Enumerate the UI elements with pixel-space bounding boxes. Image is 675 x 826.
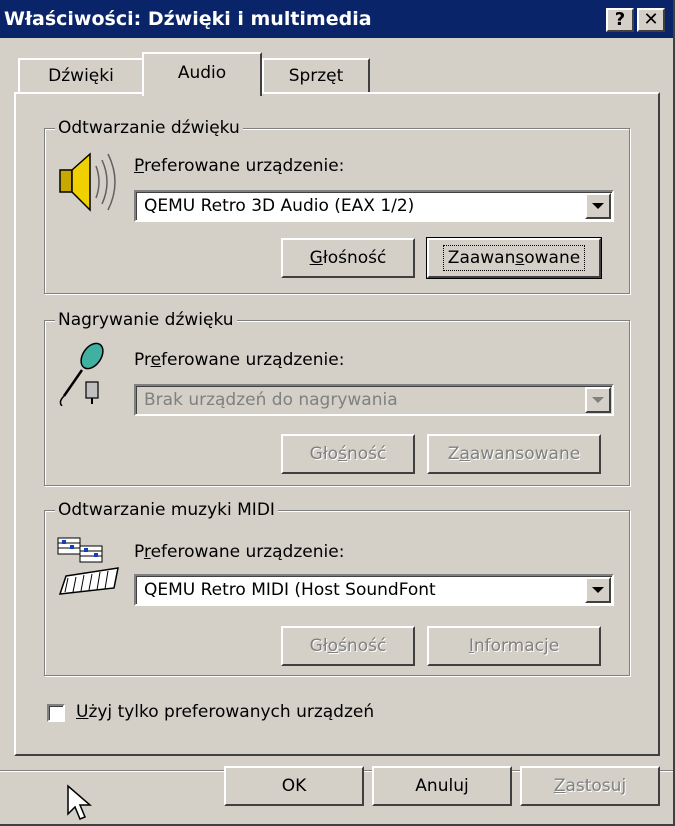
playback-group-label: Odtwarzanie dźwięku <box>55 117 243 139</box>
recording-device-value: Brak urządzeń do nagrywania <box>144 390 398 410</box>
cancel-button[interactable]: Anuluj <box>372 766 512 806</box>
tab-sounds[interactable]: Dźwięki <box>18 58 144 92</box>
cancel-label: Anuluj <box>415 776 469 796</box>
close-icon: ✕ <box>643 9 659 30</box>
cursor-icon <box>67 784 92 820</box>
midi-device-value: QEMU Retro MIDI (Host SoundFont <box>144 580 436 600</box>
tab-audio[interactable]: Audio <box>142 52 262 96</box>
properties-dialog: Właściwości: Dźwięki i multimedia ? ✕ Dź… <box>0 0 675 826</box>
recording-volume-button[interactable]: Głośność <box>281 434 415 474</box>
playback-volume-label: Głośność <box>309 248 387 268</box>
chevron-down-icon[interactable] <box>585 387 611 413</box>
playback-device-select[interactable]: QEMU Retro 3D Audio (EAX 1/2) <box>134 190 614 222</box>
chevron-down-icon[interactable] <box>585 193 611 219</box>
midi-volume-label: Głośność <box>309 636 387 656</box>
playback-advanced-label: Zaawansowane <box>442 245 586 271</box>
playback-advanced-button[interactable]: Zaawansowane <box>426 237 602 279</box>
help-button[interactable]: ? <box>606 8 634 32</box>
midi-keyboard-icon <box>57 537 119 595</box>
apply-button[interactable]: Zastosuj <box>520 766 660 806</box>
midi-volume-button[interactable]: Głośność <box>281 626 415 666</box>
chevron-down-icon[interactable] <box>585 577 611 603</box>
window-title: Właściwości: Dźwięki i multimedia <box>4 8 372 30</box>
recording-group-label: Nagrywanie dźwięku <box>55 309 237 331</box>
tab-audio-label: Audio <box>177 63 227 83</box>
midi-device-select[interactable]: QEMU Retro MIDI (Host SoundFont <box>134 574 614 606</box>
recording-advanced-button[interactable]: Zaawansowane <box>427 434 601 474</box>
tab-hardware-label: Sprzęt <box>288 66 344 86</box>
close-button[interactable]: ✕ <box>637 8 665 32</box>
playback-device-label: Preferowane urządzenie: <box>134 156 345 176</box>
preferred-only-checkbox[interactable] <box>47 704 65 722</box>
recording-volume-label: Głośność <box>309 444 387 464</box>
microphone-icon <box>59 342 104 406</box>
recording-device-select[interactable]: Brak urządzeń do nagrywania <box>134 384 614 416</box>
ok-button[interactable]: OK <box>224 766 364 806</box>
help-icon: ? <box>614 9 626 30</box>
apply-label: Zastosuj <box>553 776 627 796</box>
tab-hardware[interactable]: Sprzęt <box>262 58 370 92</box>
playback-device-value: QEMU Retro 3D Audio (EAX 1/2) <box>144 196 415 216</box>
title-bar[interactable]: Właściwości: Dźwięki i multimedia ? ✕ <box>0 0 673 38</box>
midi-group-label: Odtwarzanie muzyki MIDI <box>55 499 278 521</box>
recording-advanced-label: Zaawansowane <box>447 444 581 464</box>
midi-device-label: Preferowane urządzenie: <box>134 542 345 562</box>
midi-info-label: Informacje <box>468 636 560 656</box>
preferred-only-label[interactable]: Użyj tylko preferowanych urządzeń <box>76 702 374 722</box>
ok-label: OK <box>281 776 307 796</box>
tab-sounds-label: Dźwięki <box>48 66 114 86</box>
midi-info-button[interactable]: Informacje <box>427 626 601 666</box>
playback-volume-button[interactable]: Głośność <box>281 238 415 278</box>
speaker-icon <box>59 152 116 212</box>
recording-device-label: Preferowane urządzenie: <box>134 350 345 370</box>
